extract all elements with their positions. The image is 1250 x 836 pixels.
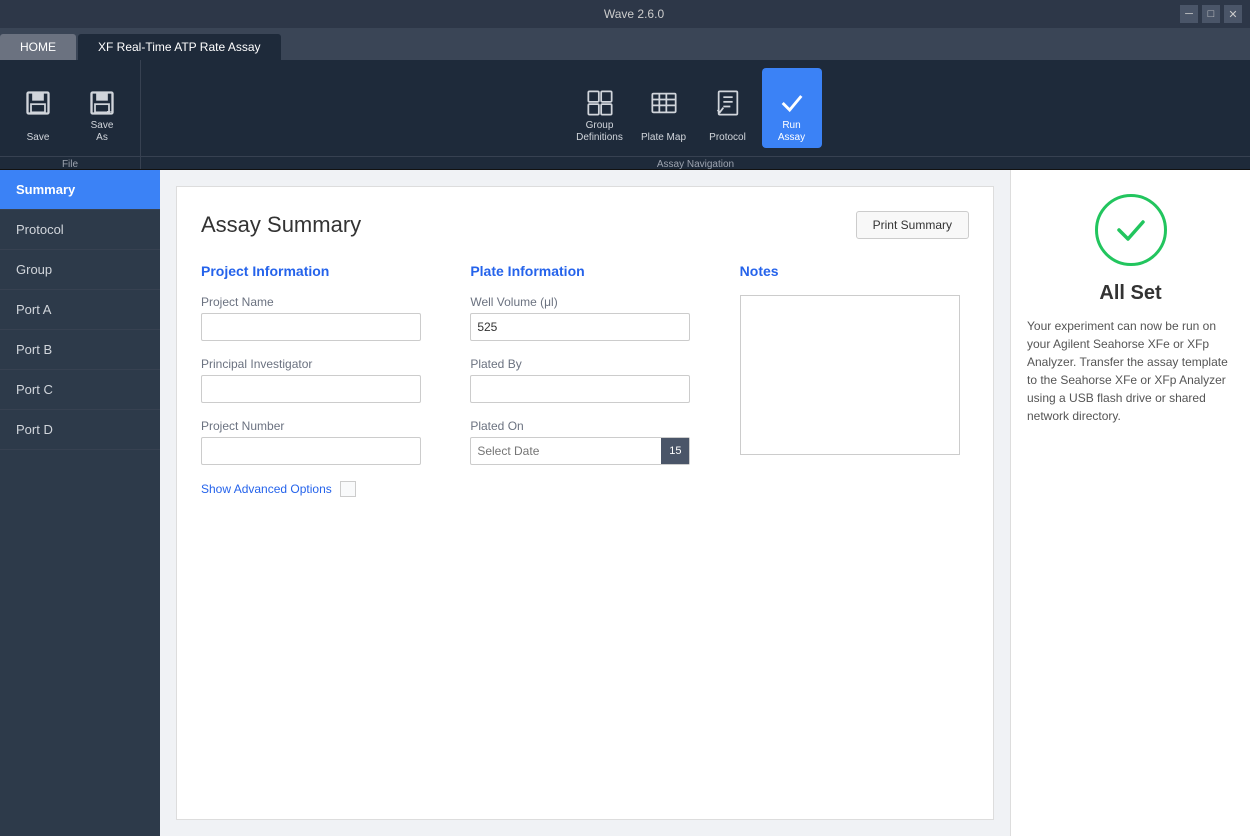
title-bar: Wave 2.6.0 ─ □ ✕ [0, 0, 1250, 28]
sidebar: Summary Protocol Group Port A Port B Por… [0, 170, 160, 836]
sidebar-item-protocol[interactable]: Protocol [0, 210, 160, 250]
minimize-button[interactable]: ─ [1180, 5, 1198, 23]
plated-by-group: Plated By [470, 357, 699, 403]
sidebar-item-port-a[interactable]: Port A [0, 290, 160, 330]
principal-investigator-group: Principal Investigator [201, 357, 430, 403]
plated-on-input[interactable] [471, 444, 661, 458]
tab-home[interactable]: HOME [0, 34, 76, 60]
protocol-button[interactable]: Protocol [698, 68, 758, 148]
sidebar-item-summary[interactable]: Summary [0, 170, 160, 210]
plated-on-label: Plated On [470, 419, 699, 433]
sidebar-item-port-c[interactable]: Port C [0, 370, 160, 410]
notes-section: Notes [740, 263, 969, 497]
show-advanced-label[interactable]: Show Advanced Options [201, 482, 332, 496]
sidebar-item-port-d[interactable]: Port D [0, 410, 160, 450]
well-volume-label: Well Volume (μl) [470, 295, 699, 309]
protocol-icon [710, 85, 746, 121]
save-button[interactable]: Save [8, 68, 68, 148]
svg-text:+: + [107, 107, 112, 117]
main-layout: Summary Protocol Group Port A Port B Por… [0, 170, 1250, 836]
maximize-button[interactable]: □ [1202, 5, 1220, 23]
run-assay-icon [774, 85, 810, 121]
notes-title: Notes [740, 263, 969, 279]
project-name-input[interactable] [201, 313, 421, 341]
save-as-button[interactable]: + SaveAs [72, 68, 132, 148]
close-button[interactable]: ✕ [1224, 5, 1242, 23]
date-input-wrapper: 15 [470, 437, 690, 465]
plated-by-label: Plated By [470, 357, 699, 371]
content-area: Assay Summary Print Summary Project Info… [160, 170, 1010, 836]
sidebar-item-group[interactable]: Group [0, 250, 160, 290]
group-definitions-icon [582, 85, 618, 121]
notes-textarea[interactable] [740, 295, 960, 455]
well-volume-group: Well Volume (μl) [470, 295, 699, 341]
project-name-group: Project Name [201, 295, 430, 341]
sidebar-item-port-b[interactable]: Port B [0, 330, 160, 370]
content-inner: Assay Summary Print Summary Project Info… [176, 186, 994, 820]
group-definitions-button[interactable]: GroupDefinitions [570, 68, 630, 148]
assay-summary-header: Assay Summary Print Summary [201, 211, 969, 239]
all-set-title: All Set [1099, 282, 1161, 305]
plated-on-group: Plated On 15 [470, 419, 699, 465]
principal-investigator-label: Principal Investigator [201, 357, 430, 371]
plate-info-title: Plate Information [470, 263, 699, 279]
principal-investigator-input[interactable] [201, 375, 421, 403]
date-picker-button[interactable]: 15 [661, 438, 689, 464]
project-name-label: Project Name [201, 295, 430, 309]
project-info-title: Project Information [201, 263, 430, 279]
save-icon [20, 85, 56, 121]
plated-by-input[interactable] [470, 375, 690, 403]
tabs-row: HOME XF Real-Time ATP Rate Assay [0, 28, 1250, 60]
run-assay-button[interactable]: RunAssay [762, 68, 822, 148]
project-info-section: Project Information Project Name Princip… [201, 263, 430, 497]
project-number-label: Project Number [201, 419, 430, 433]
plate-map-button[interactable]: Plate Map [634, 68, 694, 148]
right-panel: All Set Your experiment can now be run o… [1010, 170, 1250, 836]
toolbar: Save + SaveAs File [0, 60, 1250, 170]
show-advanced-checkbox[interactable] [340, 481, 356, 497]
project-number-input[interactable] [201, 437, 421, 465]
project-number-group: Project Number [201, 419, 430, 465]
page-title: Assay Summary [201, 212, 361, 238]
print-summary-button[interactable]: Print Summary [856, 211, 969, 239]
tab-xf[interactable]: XF Real-Time ATP Rate Assay [78, 34, 281, 60]
plate-info-section: Plate Information Well Volume (μl) Plate… [470, 263, 699, 497]
form-sections: Project Information Project Name Princip… [201, 263, 969, 497]
save-as-icon: + [84, 85, 120, 121]
app-title: Wave 2.6.0 [88, 7, 1180, 21]
all-set-icon [1095, 194, 1167, 266]
advanced-options-row: Show Advanced Options [201, 481, 430, 497]
all-set-description: Your experiment can now be run on your A… [1027, 317, 1234, 425]
plate-map-icon [646, 85, 682, 121]
well-volume-input[interactable] [470, 313, 690, 341]
